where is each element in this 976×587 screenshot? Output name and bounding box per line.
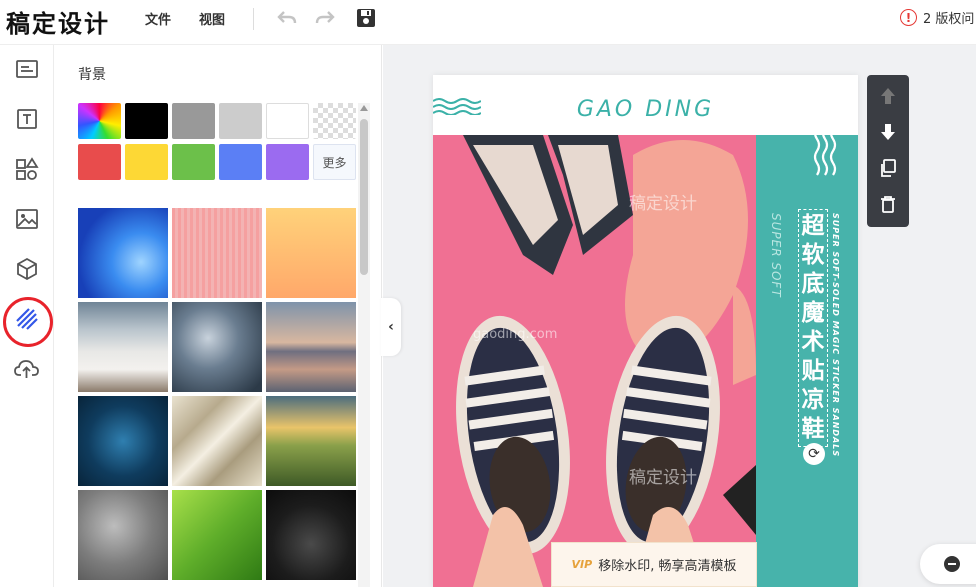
- bg-thumb-peach-gradient[interactable]: [266, 208, 356, 298]
- panel-title: 背景: [78, 67, 106, 83]
- save-icon[interactable]: [355, 7, 377, 29]
- elements-icon: [16, 157, 39, 180]
- watermark-cn-bottom: 稿定设计: [629, 468, 697, 488]
- panel-scroll-thumb[interactable]: [360, 119, 368, 275]
- brand-title[interactable]: GAO DING: [433, 97, 858, 122]
- watermark-cn-top: 稿定设计: [629, 194, 697, 214]
- element-toolbar: [867, 75, 909, 227]
- bg-thumb-blue-network[interactable]: [78, 396, 168, 486]
- bg-thumb-pink-texture[interactable]: [172, 208, 262, 298]
- chevron-left-icon: ‹: [388, 319, 394, 335]
- top-bar: 稿定设计 文件 视图 ! 2 版权问: [0, 0, 976, 45]
- rail-background-button[interactable]: [3, 297, 53, 347]
- image-icon: [16, 209, 38, 229]
- rail-upload-button[interactable]: [7, 349, 47, 389]
- menu-file[interactable]: 文件: [145, 9, 171, 28]
- zoom-out-icon[interactable]: [944, 556, 960, 572]
- redo-icon[interactable]: [314, 7, 336, 29]
- remove-watermark-text: 移除水印, 畅享高清模板: [598, 559, 737, 574]
- swatch-red[interactable]: [78, 144, 121, 180]
- vertical-small-subtitle[interactable]: SUPER SOFT-SOLED MAGIC STICKER SANDALS: [831, 213, 840, 457]
- bg-thumb-sunset-lake[interactable]: [266, 302, 356, 392]
- swatch-blue[interactable]: [219, 144, 262, 180]
- move-down-icon[interactable]: [873, 117, 903, 147]
- swatch-transparent[interactable]: [313, 103, 356, 139]
- bg-thumb-blue-abstract[interactable]: [78, 208, 168, 298]
- bg-thumb-storm-clouds[interactable]: [172, 302, 262, 392]
- swatch-black[interactable]: [125, 103, 168, 139]
- bg-thumb-silk-fabric[interactable]: [172, 396, 262, 486]
- text-icon: [17, 109, 37, 129]
- more-colors-button[interactable]: 更多: [313, 144, 356, 180]
- scroll-up-arrow-icon[interactable]: [360, 105, 368, 111]
- warning-text: 2 版权问: [923, 12, 975, 27]
- swatch-yellow[interactable]: [125, 144, 168, 180]
- bg-thumb-grey-clouds[interactable]: [78, 490, 168, 580]
- menu-view[interactable]: 视图: [199, 9, 225, 28]
- vip-badge: VIP: [571, 558, 593, 571]
- vertical-subtitle[interactable]: SUPER SOFT: [769, 213, 783, 298]
- cloud-upload-icon: [14, 360, 39, 378]
- vertical-wave-icon: [813, 103, 837, 176]
- app-logo[interactable]: 稿定设计: [6, 4, 110, 39]
- rotate-handle-icon[interactable]: ⟳: [803, 443, 825, 465]
- copy-icon[interactable]: [873, 153, 903, 183]
- rail-text-button[interactable]: [7, 99, 47, 139]
- bg-thumb-sunrise-fields[interactable]: [266, 396, 356, 486]
- product-photo[interactable]: 稿定设计 gaoding.com 稿定设计: [433, 135, 756, 587]
- rail-image-button[interactable]: [7, 199, 47, 239]
- move-up-icon[interactable]: [873, 81, 903, 111]
- swatch-gray[interactable]: [172, 103, 215, 139]
- vertical-title-selected[interactable]: 超软底魔术贴凉鞋: [798, 209, 828, 447]
- remove-watermark-banner[interactable]: VIP 移除水印, 畅享高清模板: [551, 542, 757, 587]
- rail-elements-button[interactable]: [7, 149, 47, 189]
- layout-icon: [16, 60, 38, 78]
- background-stripes-icon: [16, 308, 38, 330]
- cube-icon: [17, 257, 37, 281]
- collapse-panel-button[interactable]: ‹: [381, 298, 401, 356]
- design-canvas[interactable]: GAO DING 稿定设计 gaoding.com 稿定设计 SUPER SOF…: [433, 75, 858, 587]
- bg-thumb-green-leaf[interactable]: [172, 490, 262, 580]
- rail-3d-button[interactable]: [7, 249, 47, 289]
- swatch-white[interactable]: [266, 103, 309, 139]
- undo-icon[interactable]: [276, 7, 298, 29]
- background-panel: 背景 更多: [54, 45, 382, 587]
- swatch-rainbow[interactable]: [78, 103, 121, 139]
- swatch-green[interactable]: [172, 144, 215, 180]
- swatch-light-gray[interactable]: [219, 103, 262, 139]
- toolbar-divider: [253, 8, 254, 30]
- zoom-control[interactable]: [920, 544, 976, 584]
- watermark-url: gaoding.com: [473, 327, 558, 342]
- panel-scrollbar[interactable]: [358, 103, 370, 587]
- delete-icon[interactable]: [873, 189, 903, 219]
- bg-thumb-misty-mountains[interactable]: [78, 302, 168, 392]
- bg-thumb-night-planet[interactable]: [266, 490, 356, 580]
- copyright-warning[interactable]: ! 2 版权问: [900, 8, 974, 27]
- rail-layout-button[interactable]: [7, 49, 47, 89]
- warning-icon: !: [900, 9, 917, 26]
- left-rail: [0, 45, 54, 587]
- swatch-purple[interactable]: [266, 144, 309, 180]
